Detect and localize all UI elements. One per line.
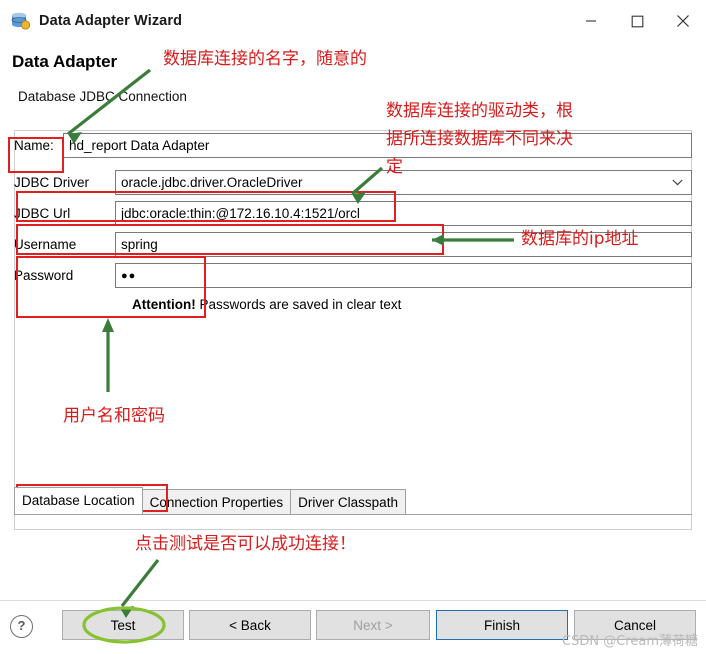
password-warning-bold: Attention! (132, 297, 196, 312)
help-icon[interactable]: ? (10, 615, 33, 638)
finish-button[interactable]: Finish (436, 610, 568, 640)
tab-connection-properties[interactable]: Connection Properties (141, 489, 292, 514)
window-titlebar: Data Adapter Wizard (0, 0, 706, 42)
wizard-body: Data Adapter Database JDBC Connection Na… (0, 42, 706, 608)
row-name: Name: hd_report Data Adapter (14, 132, 692, 159)
username-input[interactable]: spring (115, 232, 692, 257)
password-warning-text: Passwords are saved in clear text (199, 297, 402, 312)
wizard-footer: ? Test < Back Next > Finish Cancel (0, 600, 706, 654)
tab-database-location[interactable]: Database Location (14, 487, 143, 514)
page-title: Data Adapter (12, 52, 118, 71)
username-label: Username (14, 237, 77, 252)
password-input[interactable]: ●● (115, 263, 692, 288)
window-controls (568, 0, 706, 42)
maximize-button[interactable] (614, 0, 660, 42)
minimize-button[interactable] (568, 0, 614, 42)
close-button[interactable] (660, 0, 706, 42)
back-button[interactable]: < Back (189, 610, 311, 640)
next-button: Next > (316, 610, 430, 640)
jdbc-driver-combobox[interactable]: oracle.jdbc.driver.OracleDriver (115, 170, 692, 195)
form-tabs: Database Location Connection Properties … (14, 487, 692, 515)
chevron-down-icon[interactable] (672, 171, 683, 194)
jdbc-driver-label: JDBC Driver (14, 175, 90, 190)
jdbc-url-input[interactable]: jdbc:oracle:thin:@172.16.10.4:1521/orcl (115, 201, 692, 226)
row-username: Username spring (14, 231, 692, 258)
name-input[interactable]: hd_report Data Adapter (63, 133, 692, 158)
row-password: Password ●● (14, 262, 692, 289)
name-label: Name: (14, 138, 54, 153)
tab-driver-classpath[interactable]: Driver Classpath (290, 489, 406, 514)
password-warning: Attention! Passwords are saved in clear … (132, 297, 692, 312)
password-label: Password (14, 268, 74, 283)
cancel-button[interactable]: Cancel (574, 610, 696, 640)
database-adapter-icon (10, 11, 31, 31)
connection-form: Name: hd_report Data Adapter JDBC Driver… (14, 132, 692, 482)
row-jdbc-driver: JDBC Driver oracle.jdbc.driver.OracleDri… (14, 169, 692, 196)
jdbc-driver-value: oracle.jdbc.driver.OracleDriver (121, 175, 303, 190)
row-jdbc-url: JDBC Url jdbc:oracle:thin:@172.16.10.4:1… (14, 200, 692, 227)
test-button[interactable]: Test (62, 610, 184, 640)
jdbc-url-label: JDBC Url (14, 206, 71, 221)
page-subtitle: Database JDBC Connection (18, 89, 187, 104)
window-title: Data Adapter Wizard (39, 13, 183, 29)
